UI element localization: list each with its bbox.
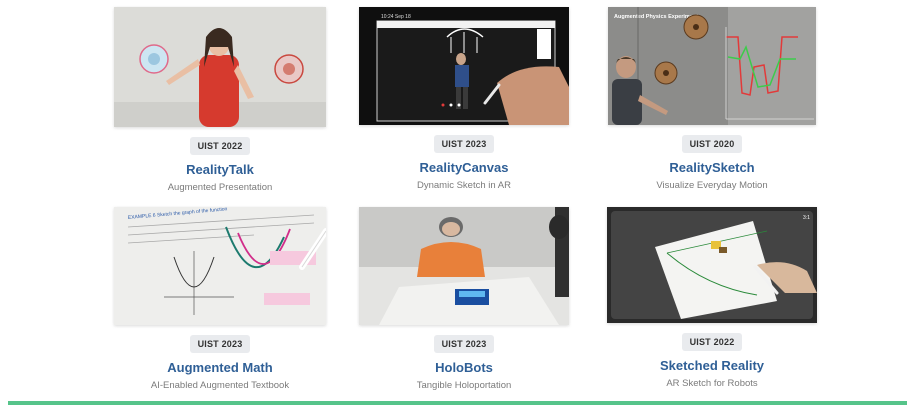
project-card-sketched-reality[interactable]: 3:1 UIST 2022 Sketched Reality AR Sketch… — [597, 207, 827, 389]
venue-badge: UIST 2023 — [189, 335, 251, 353]
project-title-link[interactable]: RealitySketch — [597, 160, 827, 175]
status-bar-text: 10:24 Sep 18 — [381, 14, 411, 20]
project-subtitle: Tangible Holoportation — [416, 380, 512, 391]
project-card-realitycanvas[interactable]: 10:24 Sep 18 UIST 2023 RealityCanvas Dyn… — [349, 7, 579, 191]
project-card-realitysketch[interactable]: Augmented Physics Experiment UIST 2020 R… — [597, 7, 827, 191]
project-title-link[interactable]: HoloBots — [349, 360, 579, 375]
project-subtitle: AI-Enabled Augmented Textbook — [150, 380, 290, 391]
physics-experiment-image: Augmented Physics Experiment — [608, 7, 816, 125]
presenter-image — [114, 7, 326, 127]
tablet-sketch-image: 10:24 Sep 18 — [359, 7, 569, 125]
project-thumbnail[interactable] — [114, 7, 326, 127]
tablet-clock: 3:1 — [803, 215, 810, 221]
project-title-link[interactable]: Sketched Reality — [597, 358, 827, 373]
project-title-link[interactable]: Augmented Math — [105, 360, 335, 375]
textbook-image: EXAMPLE 6 Sketch the graph of the functi… — [114, 207, 326, 325]
project-subtitle: AR Sketch for Robots — [666, 378, 758, 389]
project-subtitle: Visualize Everyday Motion — [656, 180, 768, 191]
venue-badge: UIST 2022 — [681, 333, 743, 351]
project-grid: UIST 2022 RealityTalk Augmented Presenta… — [0, 0, 915, 400]
robot-sketch-image: 3:1 — [607, 207, 817, 323]
project-thumbnail[interactable] — [359, 207, 569, 325]
project-thumbnail[interactable]: Augmented Physics Experiment — [608, 7, 816, 125]
overlay-caption: Augmented Physics Experiment — [614, 14, 698, 20]
holoportation-image — [359, 207, 569, 325]
venue-badge: UIST 2022 — [189, 137, 251, 155]
venue-badge: UIST 2023 — [433, 335, 495, 353]
project-subtitle: Dynamic Sketch in AR — [417, 180, 511, 191]
section-divider-bar — [8, 401, 907, 405]
project-thumbnail[interactable]: 3:1 — [607, 207, 817, 323]
project-title-link[interactable]: RealityTalk — [105, 162, 335, 177]
project-thumbnail[interactable]: EXAMPLE 6 Sketch the graph of the functi… — [114, 207, 326, 325]
project-thumbnail[interactable]: 10:24 Sep 18 — [359, 7, 569, 125]
project-subtitle: Augmented Presentation — [167, 182, 273, 193]
project-card-realitytalk[interactable]: UIST 2022 RealityTalk Augmented Presenta… — [105, 7, 335, 193]
project-card-holobots[interactable]: UIST 2023 HoloBots Tangible Holoportatio… — [349, 207, 579, 391]
venue-badge: UIST 2020 — [681, 135, 743, 153]
venue-badge: UIST 2023 — [433, 135, 495, 153]
project-title-link[interactable]: RealityCanvas — [349, 160, 579, 175]
project-card-augmented-math[interactable]: EXAMPLE 6 Sketch the graph of the functi… — [105, 207, 335, 391]
